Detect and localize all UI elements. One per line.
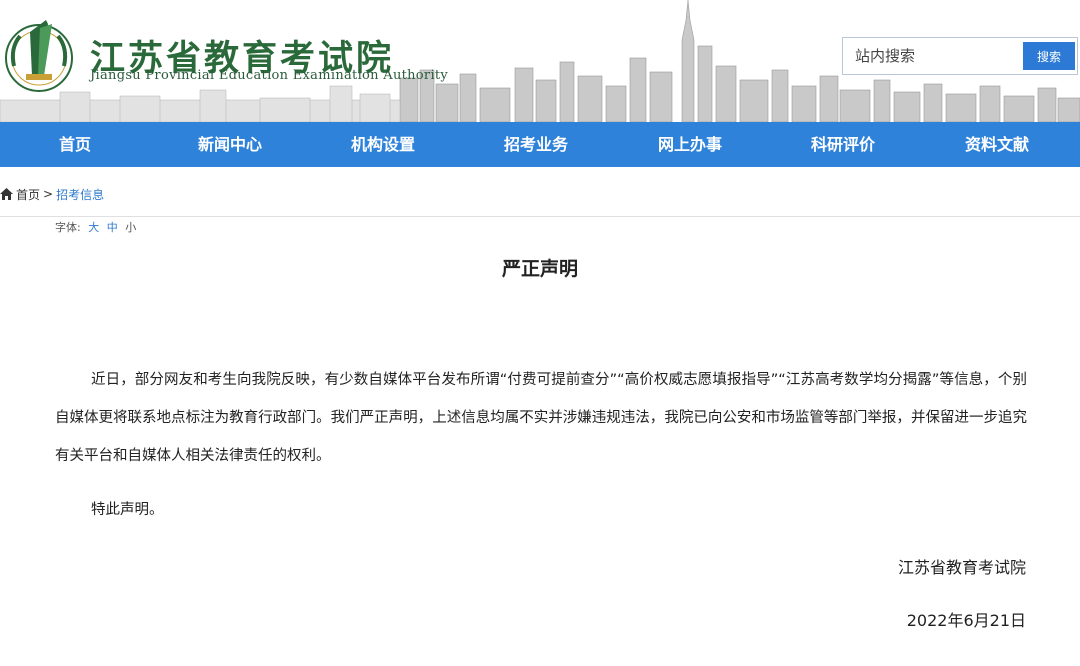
breadcrumb: 首页 > 招考信息 [0,184,104,204]
site-header: 江苏省教育考试院 Jiangsu Provincial Education Ex… [0,0,1080,122]
signature-date: 2022年6月21日 [906,611,1026,630]
signature-organization: 江苏省教育考试院 [897,558,1026,577]
search-input[interactable] [847,42,1019,70]
main-nav: 首页 新闻中心 机构设置 招考业务 网上办事 科研评价 资料文献 [0,122,1080,167]
font-size-medium[interactable]: 中 [107,221,118,234]
nav-item-organization[interactable]: 机构设置 [333,122,433,167]
font-size-small[interactable]: 小 [125,221,136,234]
nav-item-news[interactable]: 新闻中心 [180,122,280,167]
nav-item-home[interactable]: 首页 [35,122,115,167]
nav-item-documents[interactable]: 资料文献 [947,122,1047,167]
nav-item-research[interactable]: 科研评价 [793,122,893,167]
font-size-large[interactable]: 大 [88,221,99,234]
article-paragraph: 近日，部分网友和考生向我院反映，有少数自媒体平台发布所谓“付费可提前查分”“高价… [55,372,1027,464]
search-box: 搜索 [842,37,1078,75]
nav-item-online-services[interactable]: 网上办事 [640,122,740,167]
jiangsu-exam-authority-logo-icon [5,20,73,92]
search-button[interactable]: 搜索 [1023,42,1075,70]
article-paragraph: 特此声明。 [91,502,164,518]
breadcrumb-current[interactable]: 招考信息 [56,186,104,203]
article-title: 严正声明 [501,258,578,280]
font-size-selector: 字体: 大 中 小 [55,219,136,235]
breadcrumb-separator: > [43,187,54,201]
site-title-english: Jiangsu Provincial Education Examination… [90,68,449,83]
font-size-label: 字体: [55,221,81,234]
home-icon [0,188,13,200]
nav-item-exam-business[interactable]: 招考业务 [486,122,586,167]
breadcrumb-home[interactable]: 首页 [16,186,40,203]
content-divider [0,216,1080,217]
